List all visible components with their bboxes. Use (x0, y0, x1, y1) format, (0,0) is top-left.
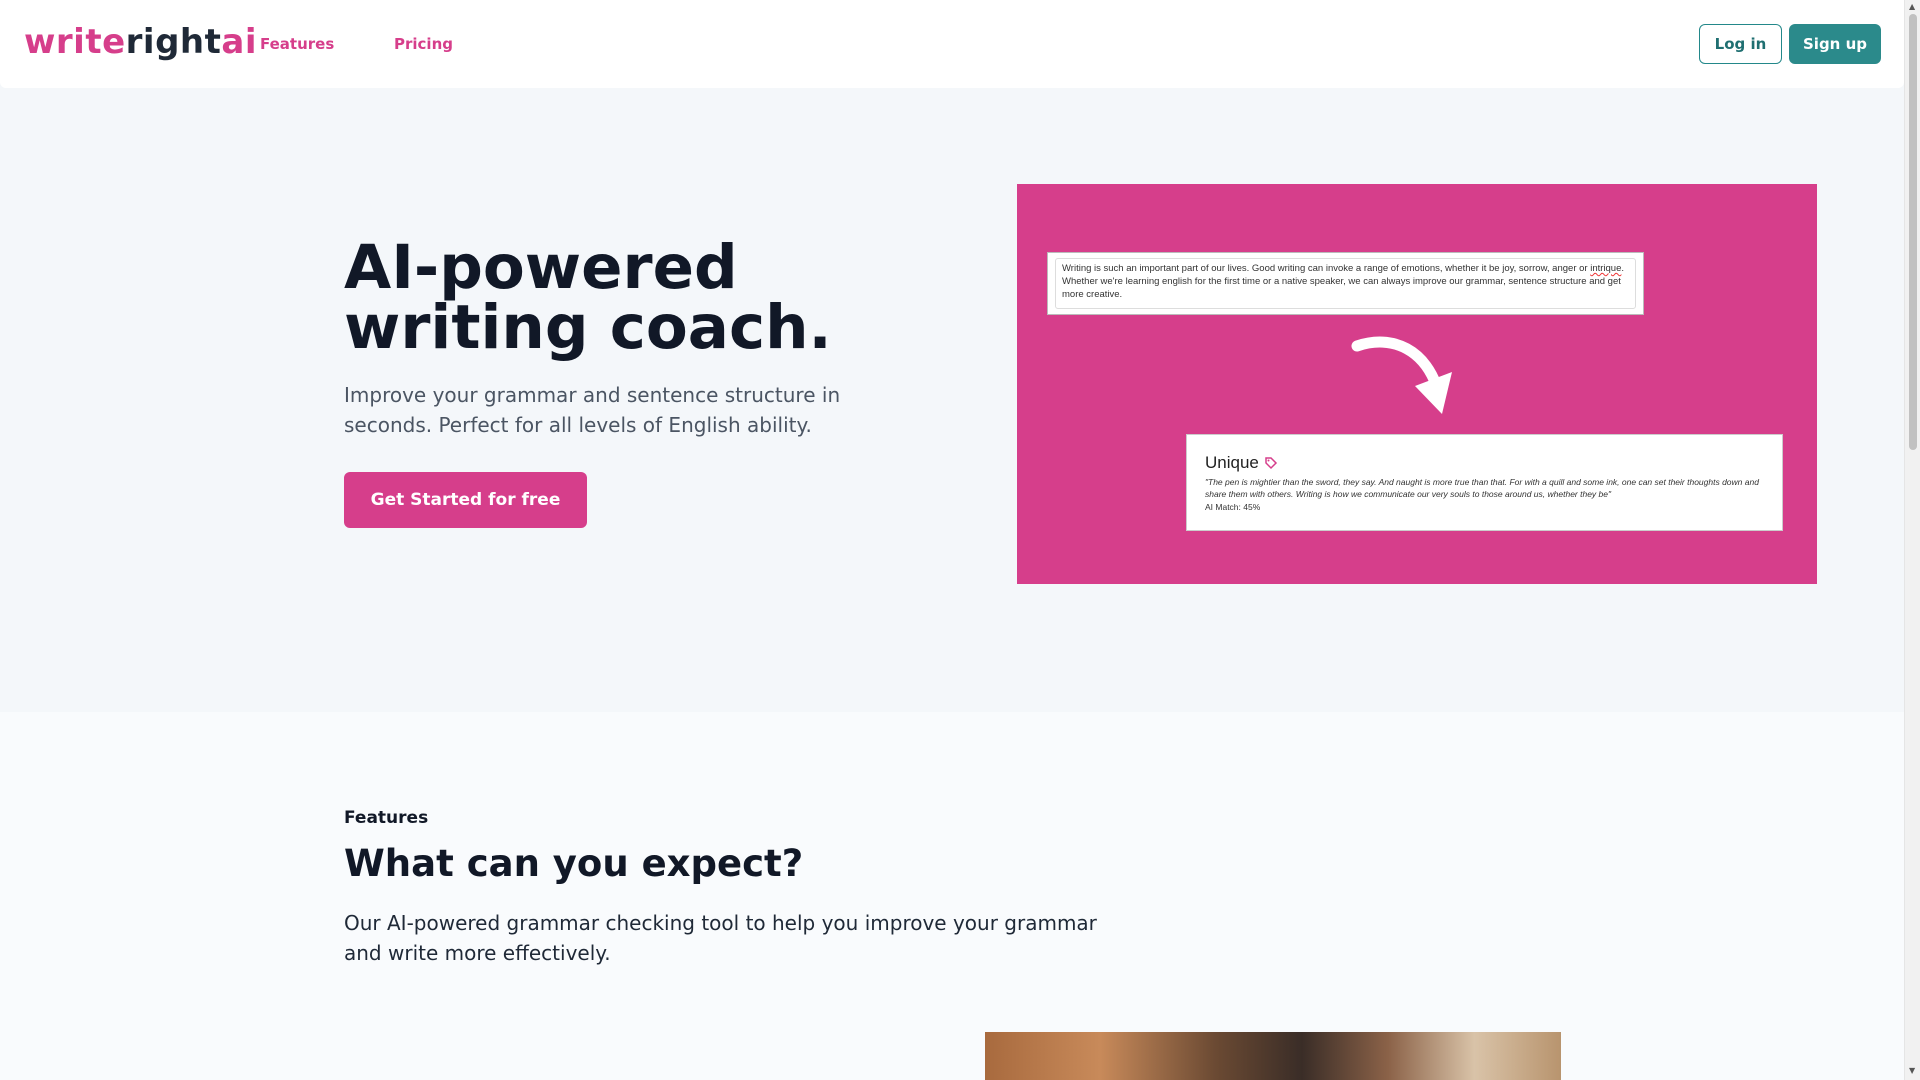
sample-input-card: Writing is such an important part of our… (1047, 252, 1644, 315)
result-title: Unique (1205, 453, 1764, 473)
page-scrollbar[interactable]: ▲ ▼ (1904, 0, 1920, 1080)
features-description: Our AI-powered grammar checking tool to … (344, 911, 1097, 965)
curved-arrow-icon (1351, 336, 1452, 414)
result-match: AI Match: 45% (1205, 502, 1261, 512)
scrollbar-thumb[interactable] (1909, 14, 1917, 450)
scroll-up-icon[interactable]: ▲ (1909, 2, 1915, 11)
site-header: writerightai Features Pricing Log in Sig… (0, 0, 1904, 88)
logo-part-write: write (24, 22, 126, 62)
hero-title-line2: writing coach. (344, 292, 832, 363)
signup-button[interactable]: Sign up (1789, 24, 1881, 64)
hero-illustration: Writing is such an important part of our… (1017, 184, 1817, 584)
sample-text-error: intrique (1590, 263, 1622, 274)
logo[interactable]: writerightai (24, 22, 257, 62)
features-eyebrow: Features (344, 808, 429, 828)
tag-icon (1265, 457, 1277, 470)
features-section: Features What can you expect? Our AI-pow… (0, 712, 1904, 1080)
features-photo (985, 1032, 1561, 1080)
result-quote: "The pen is mightier than the sword, the… (1205, 477, 1759, 499)
sample-result-card: Unique "The pen is mightier than the swo… (1186, 434, 1783, 531)
nav-features-link[interactable]: Features (260, 34, 334, 54)
nav-pricing-link[interactable]: Pricing (394, 34, 453, 54)
logo-part-ai: ai (221, 22, 257, 62)
login-button[interactable]: Log in (1699, 24, 1782, 64)
get-started-button[interactable]: Get Started for free (344, 472, 587, 528)
hero-title: AI-powered writing coach. (344, 237, 944, 358)
result-title-text: Unique (1205, 453, 1259, 472)
features-title: What can you expect? (344, 842, 804, 885)
sample-text-before: Writing is such an important part of our… (1062, 263, 1591, 274)
scroll-down-icon[interactable]: ▼ (1909, 1066, 1915, 1075)
hero-subtitle: Improve your grammar and sentence struct… (344, 383, 841, 437)
sample-input-text: Writing is such an important part of our… (1055, 258, 1636, 309)
logo-part-right: right (125, 22, 222, 62)
